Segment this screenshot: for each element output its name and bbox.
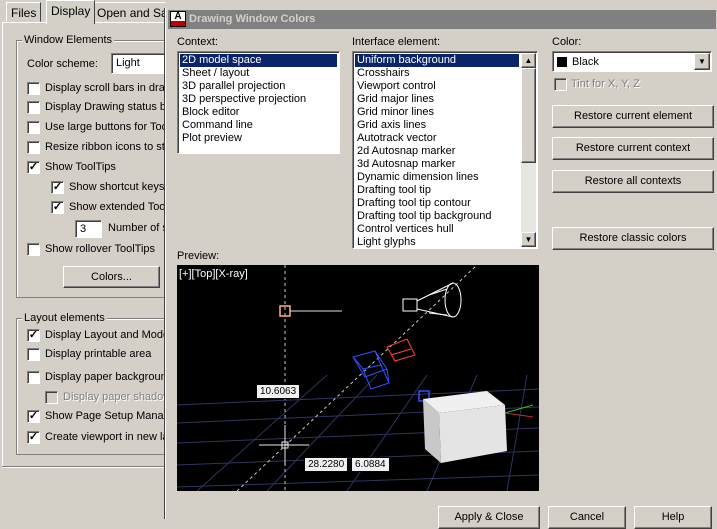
interface-element-item[interactable]: Crosshairs	[355, 67, 519, 80]
restore-current-context-button[interactable]: Restore current context	[552, 137, 714, 160]
scroll-up-button[interactable]: ▲	[521, 53, 536, 68]
checkbox-large-buttons[interactable]	[27, 121, 40, 134]
dimension-tooltip-3: 6.0884	[351, 457, 390, 472]
color-scheme-label: Color scheme:	[27, 58, 98, 70]
interface-element-label: Interface element:	[352, 36, 441, 48]
crosshair	[259, 425, 309, 465]
label-tint-xyz: Tint for X, Y, Z	[571, 78, 640, 90]
interface-element-item[interactable]: Uniform background	[355, 54, 519, 67]
color-label: Color:	[552, 36, 582, 48]
dimension-value-3: 6.0884	[355, 459, 386, 470]
interface-element-item[interactable]: Grid minor lines	[355, 106, 519, 119]
preview-viewport: [+][Top][X-ray] 10.6063 28.2280 6.0884	[177, 265, 539, 491]
scroll-down-button[interactable]: ▼	[521, 232, 536, 247]
context-list-item[interactable]: Sheet / layout	[180, 67, 337, 80]
ucs-x-axis	[504, 404, 534, 414]
context-list-item[interactable]: 3D perspective projection	[180, 93, 337, 106]
dimension-value-2: 28.2280	[308, 459, 345, 470]
interface-element-item[interactable]: Grid axis lines	[355, 119, 519, 132]
checkbox-rollover-tooltips[interactable]	[27, 243, 40, 256]
dimension-tooltip-1: 10.6063	[256, 384, 301, 399]
interface-element-item[interactable]: Drafting tool tip contour	[355, 197, 519, 210]
app-icon-letter: A	[174, 11, 182, 22]
color-dropdown-button[interactable]: ▼	[694, 53, 710, 70]
checkbox-resize-ribbon[interactable]	[27, 141, 40, 154]
dialog-titlebar[interactable]: A Drawing Window Colors	[168, 10, 716, 29]
checkbox-create-viewport[interactable]: ✓	[27, 431, 40, 444]
dimension-value-1: 10.6063	[260, 386, 297, 397]
color-select[interactable]: Black ▼	[552, 51, 712, 72]
layout-elements-legend: Layout elements	[22, 312, 107, 324]
interface-element-item[interactable]: Autotrack vector	[355, 132, 519, 145]
interface-element-item[interactable]: Drafting tool tip	[355, 184, 519, 197]
chevron-down-icon: ▼	[698, 57, 706, 66]
interface-element-item[interactable]: Grid major lines	[355, 93, 519, 106]
colors-button[interactable]: Colors...	[63, 266, 160, 288]
viewport-control-label[interactable]: [+][Top][X-ray]	[179, 268, 248, 280]
interface-scrollbar[interactable]: ▲ ▼	[521, 53, 536, 247]
checkbox-drawing-status-bar[interactable]	[27, 101, 40, 114]
color-swatch	[557, 57, 567, 67]
label-show-tooltips: Show ToolTips	[45, 161, 116, 173]
checkbox-layout-model-tabs[interactable]: ✓	[27, 329, 40, 342]
checkbox-shortcut-keys[interactable]: ✓	[51, 181, 64, 194]
drawing-window-colors-dialog: A Drawing Window Colors Context: 2D mode…	[165, 8, 717, 529]
context-label: Context:	[177, 36, 218, 48]
context-list-item[interactable]: Block editor	[180, 106, 337, 119]
tab-files[interactable]: Files	[6, 2, 42, 22]
tab-display[interactable]: Display	[46, 0, 96, 24]
context-list-item[interactable]: 2D model space	[180, 54, 337, 67]
ucs-y-axis	[504, 412, 534, 418]
context-list-item[interactable]: 3D parallel projection	[180, 80, 337, 93]
delay-input[interactable]: 3	[75, 220, 102, 238]
label-printable-area: Display printable area	[45, 348, 152, 360]
label-drawing-status-bar: Display Drawing status bar	[45, 101, 176, 113]
apply-close-button[interactable]: Apply & Close	[438, 506, 540, 529]
options-window: Files Display Open and Save Window Eleme…	[0, 0, 257, 519]
delay-value: 3	[80, 223, 87, 235]
checkbox-paper-shadow[interactable]	[45, 391, 58, 404]
context-list-item[interactable]: Command line	[180, 119, 337, 132]
restore-classic-colors-button[interactable]: Restore classic colors	[552, 227, 714, 250]
color-value: Black	[572, 56, 599, 68]
checkbox-tint-xyz[interactable]	[554, 78, 567, 91]
color-scheme-value: Light	[116, 57, 140, 69]
restore-all-contexts-button[interactable]: Restore all contexts	[552, 170, 714, 193]
interface-element-list[interactable]: Uniform background Crosshairs Viewport con…	[352, 51, 538, 249]
help-button[interactable]: Help	[634, 506, 712, 529]
interface-element-item[interactable]: Light glyphs	[355, 236, 519, 248]
app-icon: A	[170, 11, 186, 27]
checkbox-show-tooltips[interactable]: ✓	[27, 161, 40, 174]
interface-element-item[interactable]: 2d Autosnap marker	[355, 145, 519, 158]
checkbox-extended-tooltips[interactable]: ✓	[51, 201, 64, 214]
bottom-divider	[2, 466, 178, 468]
label-paper-shadow: Display paper shadow	[63, 391, 172, 403]
label-rollover-tooltips: Show rollover ToolTips	[45, 243, 156, 255]
interface-element-item[interactable]: Drafting tool tip background	[355, 210, 519, 223]
interface-element-item[interactable]: Viewport control	[355, 80, 519, 93]
interface-element-item[interactable]: Control vertices hull	[355, 223, 519, 236]
checkbox-page-setup-manager[interactable]: ✓	[27, 410, 40, 423]
context-list[interactable]: 2D model space Sheet / layout 3D parallel …	[177, 51, 340, 154]
restore-current-element-button[interactable]: Restore current element	[552, 105, 714, 128]
interface-element-item[interactable]: Dynamic dimension lines	[355, 171, 519, 184]
checkbox-printable-area[interactable]	[27, 348, 40, 361]
window-elements-legend: Window Elements	[22, 34, 115, 46]
checkbox-scroll-bars[interactable]	[27, 82, 40, 95]
checkbox-paper-background[interactable]	[27, 371, 40, 384]
context-list-item[interactable]: Plot preview	[180, 132, 337, 145]
preview-label: Preview:	[177, 250, 220, 262]
camera-glyph-red	[386, 338, 416, 362]
label-paper-background: Display paper background	[45, 371, 173, 383]
dimension-tooltip-2: 28.2280	[304, 457, 349, 472]
box-object	[423, 391, 507, 463]
scroll-thumb[interactable]	[521, 68, 536, 163]
camera-glyph-blue	[352, 350, 390, 390]
dialog-title: Drawing Window Colors	[189, 13, 316, 25]
interface-element-item[interactable]: 3d Autosnap marker	[355, 158, 519, 171]
cancel-button[interactable]: Cancel	[548, 506, 626, 529]
